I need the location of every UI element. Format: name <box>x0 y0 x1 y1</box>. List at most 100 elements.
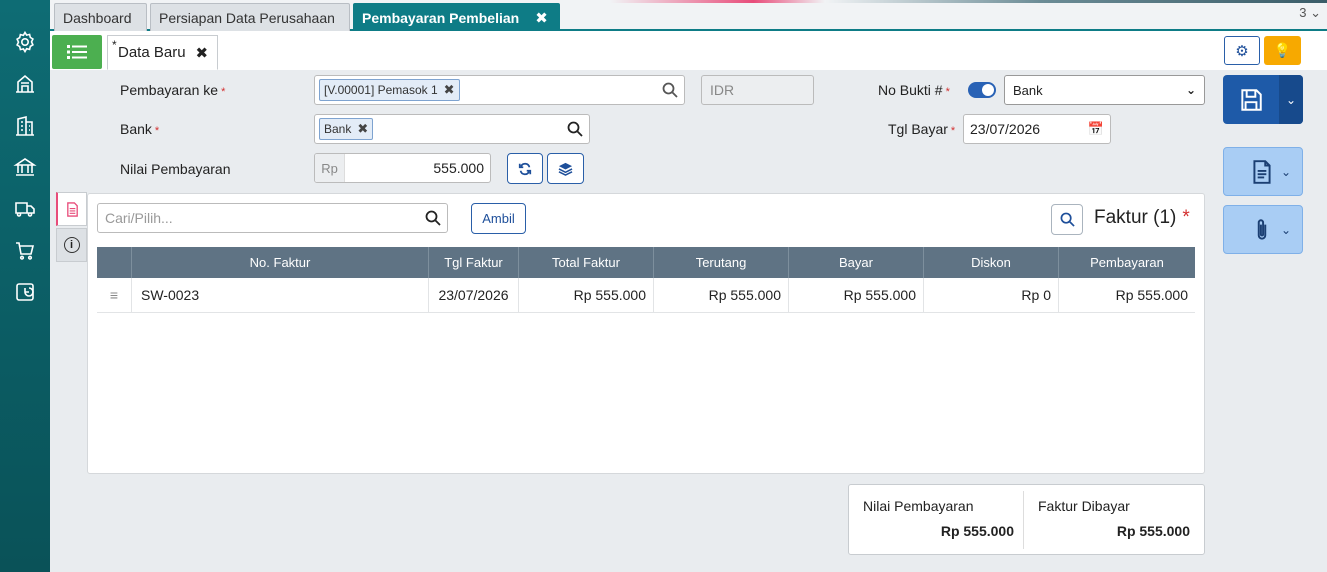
layers-icon <box>558 162 573 176</box>
no-bukti-toggle[interactable] <box>968 82 996 98</box>
vendor-chip: [V.00001] Pemasok 1 ✖ <box>319 79 460 101</box>
lightbulb-icon: 💡 <box>1273 42 1292 58</box>
top-decoration <box>610 0 1327 3</box>
refresh-icon <box>518 162 532 175</box>
unsaved-marker: * <box>112 38 117 52</box>
cell-tgl-faktur: 23/07/2026 <box>429 278 519 312</box>
truck-icon[interactable] <box>12 196 38 222</box>
col-tgl-faktur[interactable]: Tgl Faktur <box>429 247 519 278</box>
tab-info-vertical[interactable]: i <box>56 228 87 262</box>
summary-faktur-label: Faktur Dibayar <box>1038 498 1130 514</box>
tab-bar: Dashboard Persiapan Data Perusahaan Pemb… <box>50 0 1327 31</box>
document-icon <box>66 201 78 217</box>
save-button-group: ⌄ <box>1223 75 1303 124</box>
cell-terutang: Rp 555.000 <box>654 278 789 312</box>
bank-chip: Bank ✖ <box>319 118 374 140</box>
document-icon <box>1253 159 1271 184</box>
col-bayar[interactable]: Bayar <box>789 247 924 278</box>
tab-count: 3 <box>1299 5 1307 20</box>
col-no-faktur[interactable]: No. Faktur <box>132 247 429 278</box>
sub-bar: * Data Baru ✖ ⚙ 💡 <box>50 33 1327 70</box>
settings-button[interactable]: ⚙ <box>1224 36 1260 65</box>
bank-field[interactable]: Bank ✖ <box>314 114 590 144</box>
attachment-button[interactable]: ⌄ <box>1223 205 1303 254</box>
summary-faktur-value: Rp 555.000 <box>1116 523 1190 539</box>
remove-icon[interactable]: ✖ <box>357 121 368 137</box>
subtab-data-baru[interactable]: * Data Baru ✖ <box>107 35 218 70</box>
sidebar <box>0 0 50 572</box>
tips-button[interactable]: 💡 <box>1264 36 1301 65</box>
drag-handle-icon[interactable]: ≡ <box>97 278 132 312</box>
list-icon <box>67 45 87 59</box>
currency-field: IDR <box>701 75 814 105</box>
form-content: Pembayaran ke * [V.00001] Pemasok 1 ✖ IDR … <box>50 70 1327 572</box>
pembayaran-ke-field[interactable]: [V.00001] Pemasok 1 ✖ <box>314 75 685 105</box>
no-bukti-label: No Bukti # * <box>878 82 950 98</box>
calendar-icon[interactable]: 📅 <box>1088 121 1104 137</box>
faktur-search-input[interactable]: Cari/Pilih... <box>97 203 448 233</box>
search-icon <box>1060 212 1075 227</box>
tgl-bayar-label: Tgl Bayar * <box>888 121 956 137</box>
search-icon[interactable] <box>567 121 583 137</box>
tab-dashboard[interactable]: Dashboard <box>54 3 147 31</box>
remove-icon[interactable]: ✖ <box>444 82 455 98</box>
bank-icon[interactable] <box>12 154 38 180</box>
save-dropdown-button[interactable]: ⌄ <box>1279 75 1303 124</box>
tab-persiapan-data[interactable]: Persiapan Data Perusahaan <box>150 3 350 31</box>
subtab-label: Data Baru <box>118 44 186 61</box>
faktur-search-button[interactable] <box>1051 204 1083 235</box>
summary-box: Nilai Pembayaran Rp 555.000 Faktur Dibay… <box>848 484 1205 555</box>
tab-count-dropdown[interactable]: 3 ⌄ <box>1299 5 1321 21</box>
cell-no-faktur: SW-0023 <box>132 278 429 312</box>
grid-col-handle <box>97 247 132 278</box>
tgl-bayar-field[interactable]: 23/07/2026 📅 <box>963 114 1111 144</box>
nilai-value: 555.000 <box>433 160 484 176</box>
summary-nilai-label: Nilai Pembayaran <box>863 498 974 514</box>
refresh-button[interactable] <box>507 153 543 184</box>
tab-label: Persiapan Data Perusahaan <box>159 9 335 26</box>
table-row[interactable]: ≡ SW-0023 23/07/2026 Rp 555.000 Rp 555.0… <box>97 278 1195 313</box>
tab-pembayaran-pembelian[interactable]: Pembayaran Pembelian ✖ <box>353 3 560 31</box>
info-icon: i <box>63 237 80 253</box>
col-diskon[interactable]: Diskon <box>924 247 1059 278</box>
bank-label: Bank * <box>120 121 160 137</box>
document-button[interactable]: ⌄ <box>1223 147 1303 196</box>
tab-faktur-vertical[interactable] <box>56 192 87 226</box>
layers-button[interactable] <box>547 153 584 184</box>
cell-total-faktur: Rp 555.000 <box>519 278 654 312</box>
warehouse-icon[interactable] <box>12 71 38 97</box>
chevron-down-icon: ⌄ <box>1285 92 1297 107</box>
nilai-pembayaran-label: Nilai Pembayaran <box>120 161 231 177</box>
no-bukti-select[interactable]: Bank ⌄ <box>1004 75 1205 105</box>
currency-prefix: Rp <box>315 154 345 182</box>
ambil-button[interactable]: Ambil <box>471 203 526 234</box>
search-icon[interactable] <box>662 82 678 98</box>
cart-icon[interactable] <box>12 238 38 264</box>
paperclip-icon <box>1257 218 1267 240</box>
chevron-down-icon: ⌄ <box>1185 83 1196 97</box>
nilai-pembayaran-field[interactable]: Rp 555.000 <box>314 153 491 183</box>
gear-icon: ⚙ <box>1235 42 1249 60</box>
list-button[interactable] <box>52 35 102 69</box>
faktur-grid-header: No. Faktur Tgl Faktur Total Faktur Terut… <box>97 247 1195 278</box>
chevron-down-icon: ⌄ <box>1281 164 1292 179</box>
chart-icon[interactable] <box>12 279 38 305</box>
close-icon[interactable]: ✖ <box>535 9 548 27</box>
cell-diskon: Rp 0 <box>924 278 1059 312</box>
chevron-down-icon: ⌄ <box>1281 222 1292 237</box>
search-placeholder: Cari/Pilih... <box>105 210 173 226</box>
building-icon[interactable] <box>12 113 38 139</box>
cell-pembayaran: Rp 555.000 <box>1115 287 1188 303</box>
faktur-panel: Cari/Pilih... Ambil Faktur (1) * No. Fakt… <box>87 193 1205 474</box>
tab-label: Dashboard <box>63 9 132 26</box>
col-terutang[interactable]: Terutang <box>654 247 789 278</box>
save-button[interactable] <box>1223 75 1279 124</box>
search-icon[interactable] <box>425 210 441 226</box>
gear-icon[interactable] <box>12 29 38 55</box>
col-pembayaran[interactable]: Pembayaran <box>1059 247 1195 278</box>
tab-label: Pembayaran Pembelian <box>362 9 520 26</box>
summary-nilai-value: Rp 555.000 <box>940 523 1014 539</box>
main-area: Dashboard Persiapan Data Perusahaan Pemb… <box>50 0 1327 572</box>
close-icon[interactable]: ✖ <box>196 44 209 62</box>
col-total-faktur[interactable]: Total Faktur <box>519 247 654 278</box>
